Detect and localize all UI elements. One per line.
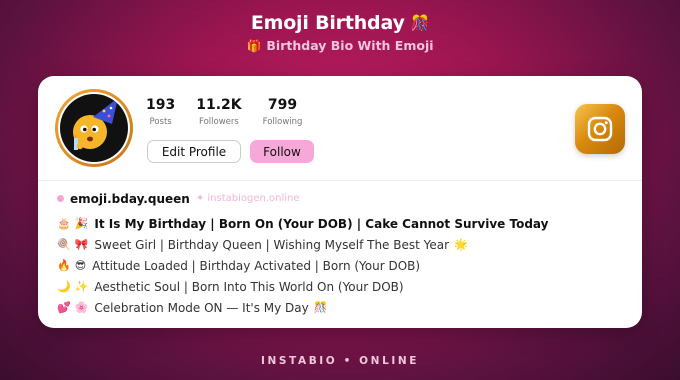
profile-card: 193 Posts 11.2K Followers 799 Following … bbox=[38, 76, 642, 328]
subtitle-text: Birthday Bio With Emoji bbox=[266, 38, 434, 53]
fire-icon: 🔥 bbox=[57, 259, 71, 272]
gift-icon: 🎁 bbox=[246, 38, 262, 53]
bio-text: Sweet Girl | Birthday Queen | Wishing My… bbox=[94, 237, 450, 252]
confetti-icon: 🎊 bbox=[410, 14, 430, 32]
cake-icon: 🎂 bbox=[57, 217, 71, 230]
stat-value: 193 bbox=[146, 97, 176, 113]
page-header: Emoji Birthday 🎊 🎁 Birthday Bio With Emo… bbox=[0, 12, 680, 53]
divider bbox=[38, 180, 642, 181]
avatar[interactable] bbox=[55, 89, 133, 167]
bio-line: 💕 🌸 Celebration Mode ON — It's My Day 🎊 bbox=[57, 297, 627, 318]
stat-followers[interactable]: 11.2K Followers bbox=[196, 97, 241, 127]
username[interactable]: emoji.bday.queen bbox=[70, 192, 190, 206]
stat-label: Followers bbox=[199, 117, 239, 127]
two-hearts-icon: 💕 bbox=[57, 301, 71, 314]
bio-line: 🎂 🎉 It Is My Birthday | Born On (Your DO… bbox=[57, 213, 627, 234]
ribbon-icon: 🎀 bbox=[74, 238, 89, 251]
footer-brand: INSTABIO • ONLINE bbox=[260, 355, 420, 367]
bio-section: emoji.bday.queen ✦ instabiogen.online 🎂 … bbox=[57, 191, 627, 318]
status-dot bbox=[57, 195, 64, 202]
stat-label: Following bbox=[262, 117, 303, 127]
party-emoji-avatar-icon bbox=[60, 94, 128, 162]
stat-value: 11.2K bbox=[196, 97, 242, 113]
page-title: Emoji Birthday 🎊 bbox=[250, 12, 430, 34]
cherry-blossom-icon: 🌸 bbox=[74, 301, 89, 314]
page-subtitle: 🎁 Birthday Bio With Emoji bbox=[0, 38, 680, 53]
profile-stats: 193 Posts 11.2K Followers 799 Following bbox=[146, 97, 323, 127]
bio-line: 🍭 🎀 Sweet Girl | Birthday Queen | Wishin… bbox=[57, 234, 627, 255]
bio-text: It Is My Birthday | Born On (Your DOB) |… bbox=[94, 216, 549, 231]
party-popper-icon: 🎉 bbox=[74, 217, 89, 230]
moon-icon: 🌙 bbox=[57, 280, 71, 293]
star-icon: 🌟 bbox=[454, 238, 468, 251]
bio-text: Celebration Mode ON — It's My Day bbox=[94, 300, 309, 315]
lollipop-icon: 🍭 bbox=[57, 238, 71, 251]
username-row: emoji.bday.queen ✦ instabiogen.online bbox=[57, 191, 627, 206]
confetti-icon: 🎊 bbox=[313, 301, 328, 314]
bio-line: 🌙 ✨ Aesthetic Soul | Born Into This Worl… bbox=[57, 276, 627, 297]
stat-label: Posts bbox=[149, 117, 172, 127]
sparkles-icon: ✨ bbox=[74, 280, 89, 293]
watermark: ✦ instabiogen.online bbox=[195, 193, 300, 204]
edit-profile-button[interactable]: Edit Profile bbox=[147, 140, 241, 163]
stat-value: 799 bbox=[267, 97, 298, 113]
bio-text: Attitude Loaded | Birthday Activated | B… bbox=[92, 258, 421, 273]
instagram-icon[interactable] bbox=[575, 104, 625, 154]
follow-button[interactable]: Follow bbox=[250, 140, 314, 163]
sunglasses-face-icon: 😎 bbox=[74, 259, 87, 272]
stat-following[interactable]: 799 Following bbox=[263, 97, 303, 127]
title-text: Emoji Birthday bbox=[250, 12, 405, 34]
stat-posts[interactable]: 193 Posts bbox=[146, 97, 175, 127]
bio-text: Aesthetic Soul | Born Into This World On… bbox=[94, 279, 404, 294]
bio-line: 🔥 😎 Attitude Loaded | Birthday Activated… bbox=[57, 255, 627, 276]
